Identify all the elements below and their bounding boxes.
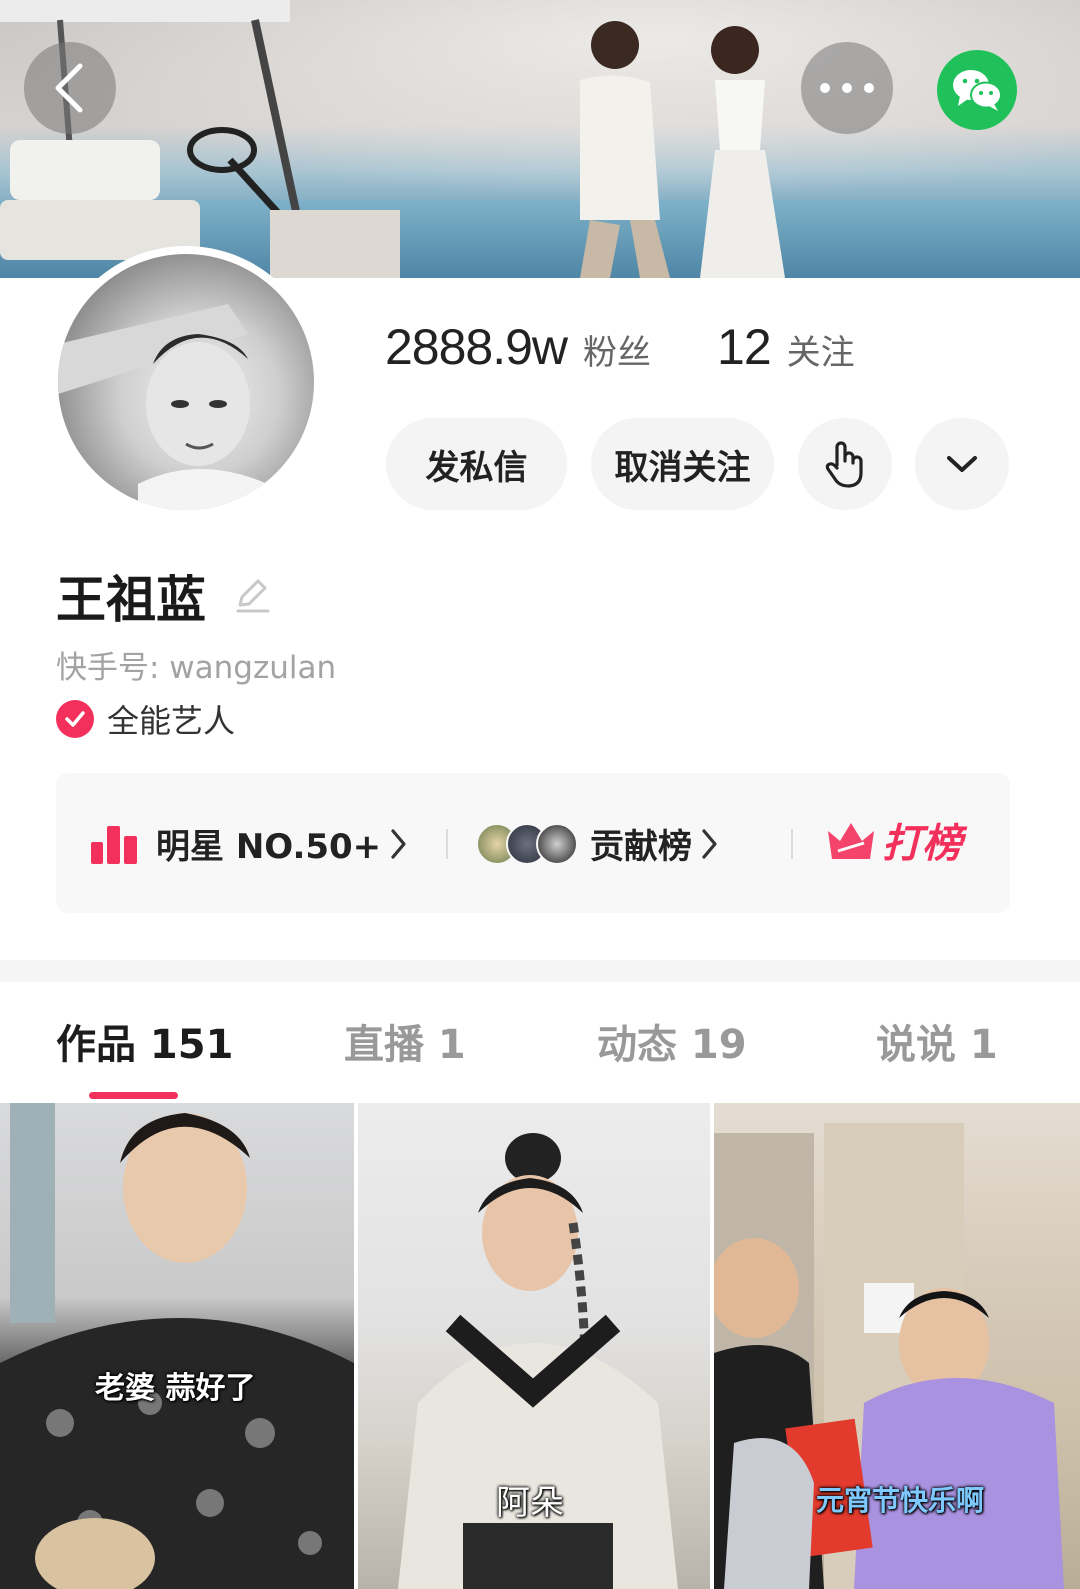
back-button[interactable] — [24, 42, 116, 134]
send-message-button[interactable]: 发私信 — [386, 418, 567, 510]
work-thumbnail[interactable]: 阿朵 — [358, 1103, 710, 1589]
expand-button[interactable] — [915, 418, 1009, 510]
work-caption: 元宵节快乐啊 — [816, 1484, 985, 1517]
active-tab-indicator — [89, 1092, 178, 1099]
edit-icon[interactable] — [232, 575, 272, 615]
tab-posts[interactable]: 说说 1 — [876, 1012, 998, 1070]
tab-moments[interactable]: 动态 19 — [597, 1012, 747, 1070]
contribution-ranking-label: 贡献榜 — [590, 827, 692, 867]
chevron-left-icon — [55, 63, 83, 113]
cover-golf-cart — [0, 0, 400, 278]
tab-live[interactable]: 直播 1 — [344, 1012, 466, 1070]
contribution-ranking-link[interactable]: 贡献榜 — [476, 819, 720, 868]
chevron-right-icon — [702, 828, 717, 859]
tap-hand-icon — [825, 441, 863, 488]
contributor-avatar — [536, 822, 578, 865]
tab-works[interactable]: 作品 151 — [56, 1012, 233, 1070]
work-caption: 老婆 蒜好了 — [95, 1371, 256, 1406]
work-image — [0, 1103, 354, 1589]
verification-label: 全能艺人 — [107, 702, 236, 740]
verified-check-icon — [56, 700, 94, 738]
followers-label[interactable]: 粉丝 — [583, 325, 651, 374]
work-thumbnail[interactable]: 元宵节快乐啊 — [714, 1103, 1080, 1589]
more-button[interactable] — [801, 42, 893, 134]
unfollow-button[interactable]: 取消关注 — [591, 418, 774, 510]
chevron-right-icon — [391, 828, 406, 859]
ranking-divider — [791, 829, 793, 859]
avatar-image — [58, 254, 314, 510]
profile-name: 王祖蓝 — [56, 571, 206, 629]
check-mark — [65, 711, 85, 727]
vote-button[interactable]: 打榜 — [826, 811, 962, 869]
section-divider — [0, 960, 1080, 982]
star-ranking-link[interactable]: 明星 NO.50+ — [90, 819, 409, 868]
work-thumbnail[interactable]: 老婆 蒜好了 — [0, 1103, 354, 1589]
following-count[interactable]: 12 — [717, 318, 772, 376]
star-ranking-label: 明星 NO.50+ — [156, 827, 382, 867]
ranking-card: 明星 NO.50+ 贡献榜 打榜 — [56, 773, 1010, 913]
more-horizontal-icon — [820, 83, 874, 93]
bar-chart-icon — [91, 825, 137, 864]
following-label[interactable]: 关注 — [787, 325, 855, 374]
kwai-id: 快手号: wangzulan — [56, 650, 337, 686]
avatar-portrait — [58, 304, 268, 510]
vote-crown-icon — [828, 823, 874, 859]
profile-stats: 2888.9w 粉丝 12 关注 — [385, 318, 855, 376]
verification-row: 全能艺人 — [56, 696, 235, 742]
works-grid: 老婆 蒜好了 阿朵 元宵节快乐啊 — [0, 1103, 1080, 1589]
ranking-divider — [446, 829, 448, 859]
profile-cover-image[interactable] — [0, 0, 1080, 278]
wechat-icon — [953, 70, 1002, 111]
followers-count[interactable]: 2888.9w — [385, 318, 568, 376]
work-caption: 阿朵 — [496, 1483, 564, 1523]
avatar[interactable] — [50, 246, 322, 518]
wechat-share-button[interactable] — [937, 50, 1017, 130]
cover-couple — [580, 21, 785, 278]
chevron-down-icon — [947, 456, 977, 472]
content-tabs: 作品 151 直播 1 动态 19 说说 1 — [0, 1012, 1080, 1082]
vote-label: 打榜 — [882, 821, 962, 867]
gesture-button[interactable] — [798, 418, 892, 510]
